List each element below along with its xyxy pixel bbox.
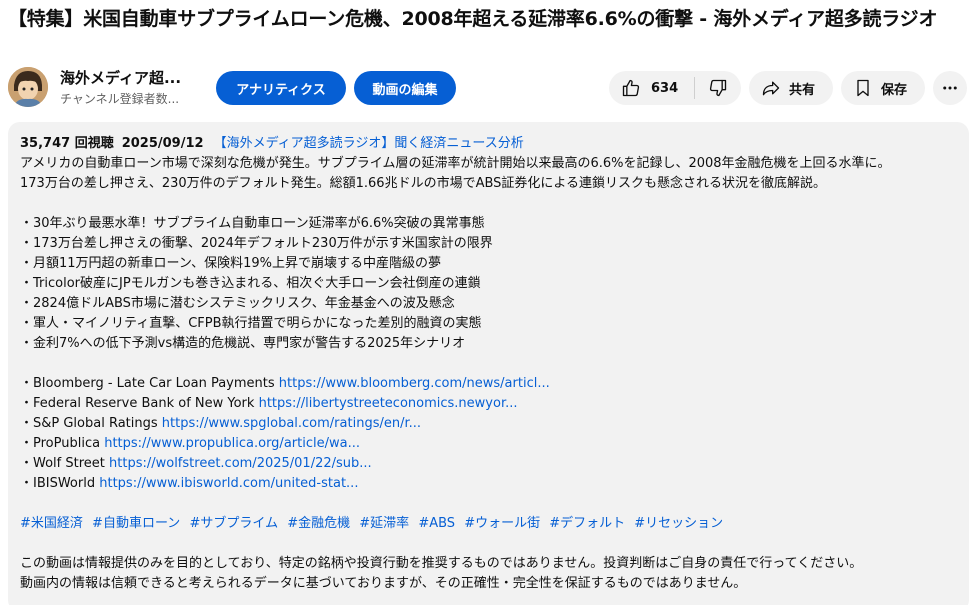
channel-name[interactable]: 海外メディア超... (60, 67, 181, 88)
hashtag-link[interactable]: #延滞率 (359, 516, 409, 531)
hashtag-link[interactable]: #サブプライム (189, 516, 278, 531)
subscriber-count: チャンネル登録者数... (60, 92, 180, 106)
description-box[interactable]: 35,747 回視聴 2025/09/12 【海外メディア超多読ラジオ】聞く経済ニュ… (8, 122, 969, 605)
hashtag-link[interactable]: #自動車ローン (92, 516, 180, 531)
bullet-line: ・30年ぶり最悪水準！サブプライム自動車ローン延滞率が6.6%突破の異常事態 (20, 216, 485, 231)
source-link[interactable]: https://www.spglobal.com/ratings/en/r... (162, 416, 421, 431)
like-button[interactable]: 634 (609, 71, 694, 105)
video-meta: 35,747 回視聴 2025/09/12 【海外メディア超多読ラジオ】聞く経済ニュ… (20, 134, 957, 154)
source-line: ・Wolf Street https://wolfstreet.com/2025… (20, 454, 957, 474)
source-line: ・IBISWorld https://www.ibisworld.com/uni… (20, 474, 957, 494)
source-label: ・ProPublica (20, 436, 105, 451)
disclaimer-line: この動画は情報提供のみを目的としており、特定の銘柄や投資行動を推奨するものではあ… (20, 556, 863, 571)
bullet-line: ・月額11万円超の新車ローン、保険料19%上昇で崩壊する中産階級の夢 (20, 256, 442, 271)
bullet-line: ・金利7%への低下予測vs構造的危機説、専門家が警告する2025年シナリオ (20, 336, 466, 351)
bullet-line: ・Tricolor破産にJPモルガンも巻き込まれる、相次ぐ大手ローン会社倒産の連… (20, 276, 481, 291)
analytics-button[interactable]: アナリティクス (216, 71, 346, 105)
intro-line: アメリカの自動車ローン市場で深刻な危機が発生。サブプライム層の延滞率が統計開始以… (20, 156, 891, 171)
bullet-line: ・173万台差し押さえの衝撃、2024年デフォルト230万件が示す米国家計の限界 (20, 236, 493, 251)
edit-video-button[interactable]: 動画の編集 (354, 71, 456, 105)
source-line: ・ProPublica https://www.propublica.org/a… (20, 434, 957, 454)
share-button[interactable]: 共有 (749, 71, 833, 105)
hashtag-link[interactable]: #ウォール街 (464, 516, 540, 531)
hashtag-link[interactable]: #リセッション (634, 516, 723, 531)
bullet-line: ・2824億ドルABS市場に潜むシステミックリスク、年金基金への波及懸念 (20, 296, 455, 311)
source-link[interactable]: https://wolfstreet.com/2025/01/22/sub... (109, 456, 372, 471)
intro-line: 173万台の差し押さえ、230万件のデフォルト発生。総額1.66兆ドルの市場でA… (20, 176, 827, 191)
upload-date: 2025/09/12 (121, 136, 204, 151)
source-line: ・Federal Reserve Bank of New York https:… (20, 394, 957, 414)
share-arrow-icon (762, 81, 780, 96)
more-dots-icon (943, 86, 957, 90)
video-title: 【特集】米国自動車サブプライムローン危機、2008年超える延滞率6.6%の衝撃 … (8, 8, 938, 30)
hashtag-link[interactable]: #デフォルト (549, 516, 625, 531)
hashtag-row: #米国経済 #自動車ローン #サブプライム #金融危機 #延滞率 #ABS #ウ… (20, 514, 957, 534)
description-header-link[interactable]: 【海外メディア超多読ラジオ】聞く経済ニュース分析 (214, 136, 524, 151)
source-label: ・Federal Reserve Bank of New York (20, 396, 259, 411)
share-label: 共有 (789, 82, 816, 98)
source-line: ・Bloomberg - Late Car Loan Payments http… (20, 374, 957, 394)
hashtag-link[interactable]: #米国経済 (20, 516, 83, 531)
source-line: ・S&P Global Ratings https://www.spglobal… (20, 414, 957, 434)
thumbs-down-icon (709, 79, 727, 97)
more-actions-button[interactable] (933, 71, 967, 105)
view-count: 35,747 回視聴 (20, 136, 114, 151)
bookmark-icon (857, 79, 869, 97)
hashtag-link[interactable]: #ABS (418, 516, 455, 531)
source-label: ・Bloomberg - Late Car Loan Payments (20, 376, 279, 391)
source-label: ・Wolf Street (20, 456, 110, 471)
source-link[interactable]: https://libertystreeteconomics.newyor... (259, 396, 518, 411)
save-button[interactable]: 保存 (841, 71, 925, 105)
source-label: ・IBISWorld (20, 476, 100, 491)
hashtag-link[interactable]: #金融危機 (287, 516, 350, 531)
source-link[interactable]: https://www.propublica.org/article/wa... (104, 436, 360, 451)
disclaimer-line: 動画内の情報は信頼できると考えられるデータに基づいておりますが、その正確性・完全… (20, 576, 747, 591)
like-count: 634 (651, 80, 679, 96)
thumbs-up-icon (622, 79, 640, 97)
like-dislike-group: 634 (609, 71, 741, 105)
source-link[interactable]: https://www.ibisworld.com/united-stat... (99, 476, 358, 491)
channel-avatar[interactable] (8, 67, 48, 107)
source-label: ・S&P Global Ratings (20, 416, 162, 431)
dislike-button[interactable] (695, 71, 741, 105)
owner-row: 海外メディア超... チャンネル登録者数... アナリティクス 動画の編集 63… (8, 67, 970, 109)
source-link[interactable]: https://www.bloomberg.com/news/articl... (279, 376, 550, 391)
bullet-line: ・軍人・マイノリティ直撃、CFPB執行措置で明らかになった差別的融資の実態 (20, 316, 482, 331)
save-label: 保存 (881, 82, 908, 98)
